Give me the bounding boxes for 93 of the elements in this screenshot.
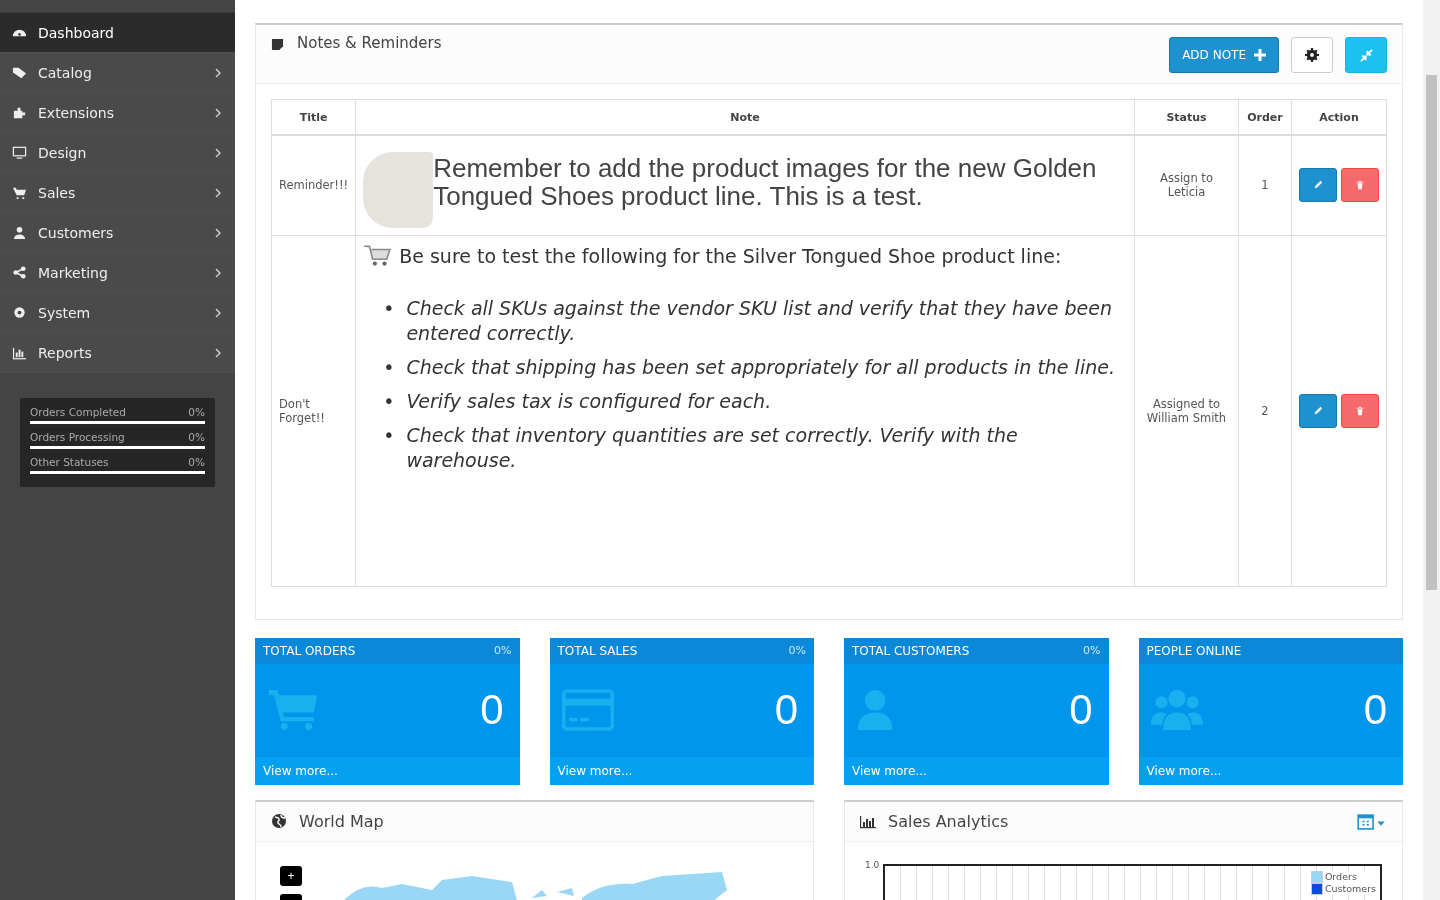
sidebar-item[interactable]: Design: [0, 133, 235, 173]
tile-percent: 0%: [788, 644, 806, 657]
credit-card-icon: [561, 687, 614, 733]
order-cell: 1: [1238, 135, 1292, 235]
cart-icon: [267, 687, 319, 733]
tile-percent: 0%: [494, 644, 512, 657]
tile-value: 0: [1363, 686, 1387, 734]
chevron-icon: [215, 67, 221, 78]
column-header: Note: [355, 99, 1135, 135]
sidebar-item[interactable]: Extensions: [0, 93, 235, 133]
tile-percent: 0%: [1083, 644, 1101, 657]
column-header: Title: [271, 99, 356, 135]
status-percent: 0%: [188, 406, 205, 418]
sidebar-item[interactable]: Customers: [0, 213, 235, 253]
panel-title: World Map: [299, 811, 385, 831]
chevron-icon: [215, 187, 221, 198]
status-label: Other Statuses: [30, 456, 109, 468]
bullet-mark: •: [383, 295, 395, 321]
tile-title: TOTAL SALES: [557, 643, 638, 658]
status-text: Assigned to William Smith: [1145, 396, 1228, 425]
note-bullet: Check that shipping has been set appropriately for all products in the line.: [406, 354, 1115, 380]
tile-title: TOTAL ORDERS: [263, 643, 356, 658]
status-percent: 0%: [188, 456, 205, 468]
note-title-cell: Don't Forget!!: [271, 235, 356, 586]
chevron-icon: [215, 307, 221, 318]
sidebar-item[interactable]: Catalog: [0, 53, 235, 93]
sidebar-item[interactable]: Dashboard: [0, 13, 235, 53]
monitor-icon: [12, 145, 27, 160]
note-bullet: Check all SKUs against the vendor SKU list and verify that they have been entered correctly.: [406, 295, 1114, 346]
users-icon: [1150, 687, 1203, 733]
settings-icon: [1305, 48, 1319, 62]
note-bullet: Verify sales tax is configured for each.: [406, 388, 772, 414]
chevron-icon: [215, 147, 221, 158]
tile-title: PEOPLE ONLINE: [1146, 643, 1242, 658]
order-cell: 2: [1238, 235, 1292, 586]
bullet-mark: •: [383, 354, 395, 380]
delete-button[interactable]: [1341, 168, 1379, 203]
status-percent: 0%: [188, 431, 205, 443]
chevron-icon: [215, 107, 221, 118]
panel-title: Sales Analytics: [888, 811, 1010, 831]
sidebar-item[interactable]: Reports: [0, 333, 235, 373]
note-text: Remember to add the product images for the new Golden Tongued Shoes product line. This is a test.: [433, 152, 1098, 210]
sidebar-item[interactable]: System: [0, 293, 235, 333]
trash-icon: [1355, 180, 1365, 191]
bullet-mark: •: [383, 388, 395, 414]
scrollbar[interactable]: [1423, 0, 1440, 900]
edit-button[interactable]: [1299, 168, 1337, 203]
bullet-mark: •: [383, 422, 395, 448]
tile-title: TOTAL CUSTOMERS: [852, 643, 970, 658]
tile-value: 0: [1069, 686, 1093, 734]
share-icon: [12, 265, 27, 280]
tile-value: 0: [480, 686, 504, 734]
calendar-dropdown-button[interactable]: [1357, 812, 1387, 830]
sidebar-item[interactable]: Marketing: [0, 253, 235, 293]
edit-button[interactable]: [1299, 393, 1337, 428]
panel-title: Notes & Reminders: [297, 34, 443, 52]
zoom-in-button[interactable]: +: [280, 865, 302, 886]
puzzle-icon: [12, 105, 27, 120]
status-text: Assign to Leticia: [1159, 171, 1214, 200]
collapse-button[interactable]: [1345, 37, 1387, 73]
bar-chart-icon: [12, 345, 27, 360]
chevron-icon: [215, 227, 221, 238]
legend-label: Customers: [1324, 883, 1376, 894]
cart-icon: [363, 243, 392, 268]
plus-icon: [1254, 49, 1266, 61]
tag-icon: [12, 65, 27, 80]
status-label: Orders Completed: [30, 406, 126, 418]
status-label: Orders Processing: [30, 431, 125, 443]
settings-button[interactable]: [1291, 37, 1333, 73]
column-header: Action: [1291, 99, 1387, 135]
tile-value: 0: [774, 686, 798, 734]
note-text: Be sure to test the following for the Silver Tongued Shoe product line:: [399, 244, 1062, 267]
user-icon: [12, 225, 27, 240]
settings-icon: [12, 305, 27, 320]
column-header: Status: [1134, 99, 1239, 135]
add-note-button[interactable]: ADD NOTE: [1169, 37, 1279, 73]
bar-chart-icon: [860, 813, 876, 829]
trash-icon: [1355, 405, 1365, 416]
sidebar-item[interactable]: Sales: [0, 173, 235, 213]
chevron-icon: [215, 267, 221, 278]
globe-icon: [271, 813, 287, 829]
pencil-icon: [1313, 405, 1323, 416]
axis-tick-label: 1.0: [865, 859, 880, 872]
cart-icon: [12, 185, 27, 200]
compress-arrows-icon: [1359, 48, 1373, 62]
note-title-cell: Reminder!!!: [271, 135, 356, 235]
column-header: Order: [1238, 99, 1292, 135]
pencil-icon: [1313, 180, 1323, 191]
delete-button[interactable]: [1341, 393, 1379, 428]
legend-label: Orders: [1324, 871, 1357, 882]
note-bullet: Check that inventory quantities are set correctly. Verify with the warehouse.: [406, 422, 1019, 473]
note-icon: [271, 38, 284, 51]
chevron-icon: [215, 347, 221, 358]
